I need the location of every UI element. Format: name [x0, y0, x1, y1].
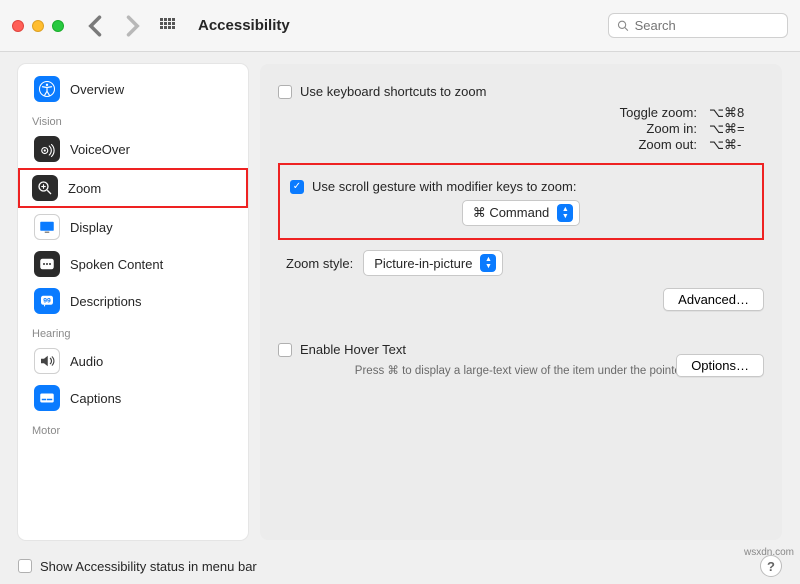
scroll-gesture-label: Use scroll gesture with modifier keys to…: [312, 179, 576, 194]
sidebar-label: Display: [70, 220, 113, 235]
zoom-out-label: Zoom out:: [567, 137, 697, 153]
sidebar-label: Zoom: [68, 181, 101, 196]
forward-button[interactable]: [118, 12, 146, 40]
search-input[interactable]: [635, 18, 779, 33]
sidebar-label: Spoken Content: [70, 257, 163, 272]
search-icon: [617, 19, 629, 32]
hover-text-checkbox[interactable]: [278, 343, 292, 357]
show-all-button[interactable]: [154, 12, 182, 40]
accessibility-icon: [34, 76, 60, 102]
status-menubar-checkbox[interactable]: [18, 559, 32, 573]
section-vision: Vision: [18, 108, 248, 130]
sidebar-label: Descriptions: [70, 294, 142, 309]
fullscreen-window-button[interactable]: [52, 20, 64, 32]
spoken-content-icon: [34, 251, 60, 277]
sidebar-label: Audio: [70, 354, 103, 369]
sidebar-item-zoom[interactable]: Zoom: [18, 168, 248, 208]
shortcut-list: Toggle zoom: ⌥⌘8 Zoom in: ⌥⌘= Zoom out: ⌥⌘-: [308, 105, 764, 153]
chevron-updown-icon: ▲▼: [480, 254, 496, 272]
zoom-style-value: Picture-in-picture: [374, 256, 472, 271]
audio-icon: [34, 348, 60, 374]
scroll-gesture-checkbox[interactable]: ✓: [290, 180, 304, 194]
sidebar-label: Overview: [70, 82, 124, 97]
options-button[interactable]: Options…: [676, 354, 764, 377]
window-title: Accessibility: [198, 17, 290, 34]
captions-icon: [34, 385, 60, 411]
help-button[interactable]: ?: [760, 555, 782, 577]
zoom-style-label: Zoom style:: [286, 256, 353, 271]
zoom-icon: [32, 175, 58, 201]
zoom-out-value: ⌥⌘-: [709, 137, 764, 153]
main-panel: Use keyboard shortcuts to zoom Toggle zo…: [260, 64, 782, 540]
section-hearing: Hearing: [18, 320, 248, 342]
modifier-key-dropdown[interactable]: ⌘ Command ▲▼: [462, 200, 581, 226]
modifier-key-value: ⌘ Command: [473, 205, 550, 221]
keyboard-shortcuts-checkbox[interactable]: [278, 85, 292, 99]
sidebar-label: Captions: [70, 391, 121, 406]
grid-icon: [160, 18, 176, 34]
back-button[interactable]: [82, 12, 110, 40]
status-menubar-label: Show Accessibility status in menu bar: [40, 559, 257, 574]
zoom-in-label: Zoom in:: [567, 121, 697, 137]
watermark: wsxdn.com: [744, 547, 794, 558]
sidebar-item-overview[interactable]: Overview: [22, 71, 244, 107]
minimize-window-button[interactable]: [32, 20, 44, 32]
sidebar-item-audio[interactable]: Audio: [22, 343, 244, 379]
scroll-gesture-section: ✓ Use scroll gesture with modifier keys …: [278, 163, 764, 240]
advanced-button[interactable]: Advanced…: [663, 288, 764, 311]
sidebar-label: VoiceOver: [70, 142, 130, 157]
sidebar-item-voiceover[interactable]: VoiceOver: [22, 131, 244, 167]
keyboard-shortcuts-label: Use keyboard shortcuts to zoom: [300, 84, 486, 99]
toggle-zoom-label: Toggle zoom:: [567, 105, 697, 121]
section-motor: Motor: [18, 417, 248, 439]
zoom-in-value: ⌥⌘=: [709, 121, 764, 137]
svg-text:99: 99: [43, 298, 51, 305]
sidebar: Overview Vision VoiceOver Zoom Display S: [18, 64, 248, 540]
footer: Show Accessibility status in menu bar ?: [0, 548, 800, 584]
voiceover-icon: [34, 136, 60, 162]
sidebar-item-spoken-content[interactable]: Spoken Content: [22, 246, 244, 282]
close-window-button[interactable]: [12, 20, 24, 32]
sidebar-item-captions[interactable]: Captions: [22, 380, 244, 416]
toggle-zoom-value: ⌥⌘8: [709, 105, 764, 121]
zoom-style-dropdown[interactable]: Picture-in-picture ▲▼: [363, 250, 503, 276]
sidebar-item-descriptions[interactable]: 99 Descriptions: [22, 283, 244, 319]
toolbar: Accessibility: [0, 0, 800, 52]
window-controls: [12, 20, 64, 32]
chevron-updown-icon: ▲▼: [557, 204, 573, 222]
descriptions-icon: 99: [34, 288, 60, 314]
hover-text-label: Enable Hover Text: [300, 342, 406, 357]
sidebar-item-display[interactable]: Display: [22, 209, 244, 245]
search-field[interactable]: [608, 13, 788, 38]
display-icon: [34, 214, 60, 240]
